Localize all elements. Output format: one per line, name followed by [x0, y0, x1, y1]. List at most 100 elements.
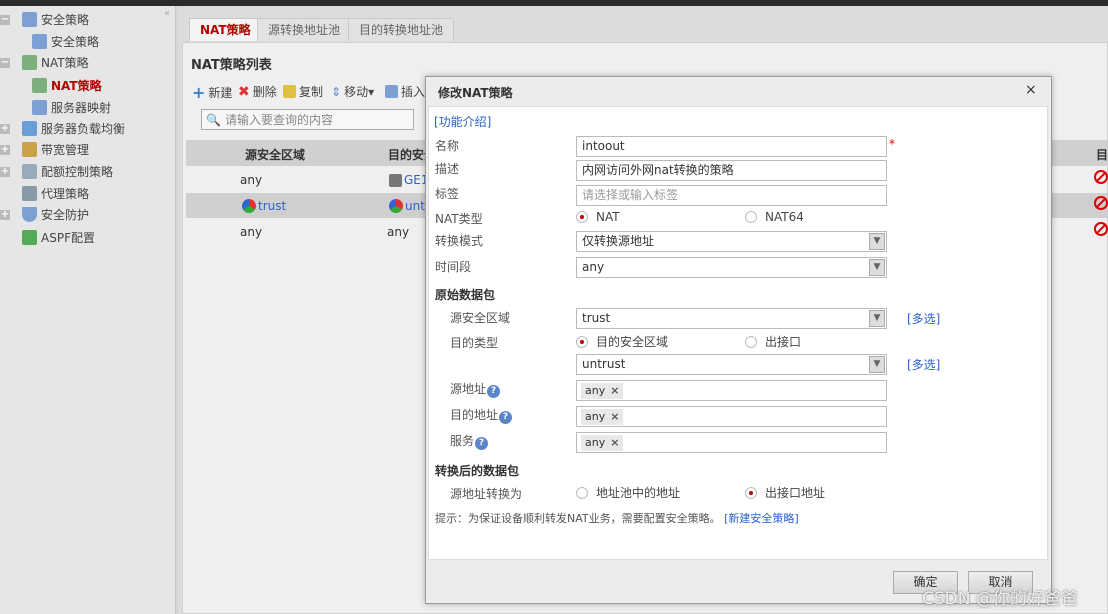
destination-type-label: 目的类型 [450, 336, 499, 350]
help-icon[interactable]: ? [475, 437, 489, 450]
panel-title: NAT策略列表 [191, 58, 272, 73]
watermark: CSDN @你的好爸爸 [922, 589, 1078, 609]
chevron-down-icon[interactable]: ▼ [869, 259, 885, 276]
destination-zone-cell: GE1 [389, 173, 429, 187]
delete-button[interactable]: ✖ 删除 [238, 83, 277, 100]
source-zone-value: trust [258, 199, 287, 213]
help-icon[interactable]: ? [487, 385, 501, 398]
feature-intro-link[interactable]: [功能介绍] [434, 113, 491, 130]
sidebar-item-aspf[interactable]: ASPF配置 [22, 229, 95, 246]
nat-type-label: NAT类型 [435, 212, 483, 226]
remove-tag-icon[interactable]: × [610, 436, 619, 449]
mode-select[interactable]: 仅转换源地址 ▼ [576, 231, 887, 252]
proxy-icon [22, 186, 37, 201]
time-range-select[interactable]: any ▼ [576, 257, 887, 278]
sidebar-item-bandwidth[interactable]: + 带宽管理 [0, 141, 89, 158]
radio-checked-icon [576, 335, 588, 348]
sidebar-item-label: 服务器映射 [51, 101, 112, 115]
destination-type-radio-interface[interactable]: 出接口 [745, 333, 801, 350]
sidebar-item-label: 代理策略 [41, 187, 90, 201]
sidebar-item-server-mapping[interactable]: 服务器映射 [32, 99, 111, 116]
aspf-icon [22, 230, 37, 245]
tab-nat-policy[interactable]: NAT策略 [189, 18, 262, 41]
sidebar-item-nat-policy-group[interactable]: − NAT策略 [0, 54, 89, 71]
radio-unchecked-icon [745, 335, 757, 348]
sidebar-item-label: 带宽管理 [41, 143, 90, 157]
load-balance-icon [22, 121, 37, 136]
radio-unchecked-icon [745, 211, 757, 223]
copy-button[interactable]: 复制 [283, 83, 323, 100]
new-label: 新建 [208, 86, 233, 100]
expand-icon[interactable]: + [0, 123, 10, 134]
sidebar-item-load-balance[interactable]: + 服务器负载均衡 [0, 120, 125, 137]
sidebar-item-protection[interactable]: + 安全防护 [0, 206, 89, 223]
new-button[interactable]: + 新建 [192, 83, 232, 102]
label-text: 源地址 [450, 382, 487, 396]
description-input[interactable]: 内网访问外网nat转换的策略 [576, 160, 887, 181]
expand-icon[interactable]: + [0, 209, 10, 220]
source-zone-label: 源安全区域 [450, 311, 511, 325]
collapse-icon[interactable]: − [0, 14, 10, 25]
insert-button[interactable]: 插入 [385, 83, 425, 100]
radio-label: 目的安全区域 [596, 335, 669, 349]
name-input[interactable]: intoout [576, 136, 887, 157]
expand-icon[interactable]: + [0, 166, 10, 177]
address-tag: any × [581, 383, 624, 399]
source-zone-multi-select-link[interactable]: [多选] [907, 310, 940, 327]
sidebar-item-label: 服务器负载均衡 [41, 122, 126, 136]
nat-policy-icon [32, 78, 47, 93]
destination-address-input[interactable]: any × [576, 406, 887, 427]
tab-destination-pool[interactable]: 目的转换地址池 [348, 18, 455, 41]
nat-policy-icon [22, 55, 37, 70]
source-translation-radio-interface[interactable]: 出接口地址 [745, 484, 825, 501]
sidebar-item-label: 安全防护 [41, 208, 90, 222]
nat-type-radio-nat[interactable]: NAT [576, 210, 620, 224]
description-label: 描述 [435, 162, 460, 176]
new-security-policy-link[interactable]: [新建安全策略] [724, 512, 799, 525]
sidebar-item-proxy[interactable]: 代理策略 [22, 185, 89, 202]
zone-icon [242, 199, 256, 213]
chevron-down-icon[interactable]: ▼ [869, 310, 885, 327]
column-header-more[interactable]: 目 [1096, 146, 1108, 163]
remove-tag-icon[interactable]: × [610, 384, 619, 397]
service-input[interactable]: any × [576, 432, 887, 453]
interface-icon [389, 173, 402, 187]
remove-tag-icon[interactable]: × [610, 410, 619, 423]
sidebar-item-security-policy[interactable]: 安全策略 [32, 33, 99, 50]
chevron-down-icon[interactable]: ▼ [869, 233, 885, 250]
bandwidth-icon [22, 142, 37, 157]
source-zone-select[interactable]: trust ▼ [576, 308, 887, 329]
chevron-down-icon[interactable]: ▼ [869, 356, 885, 373]
collapse-icon[interactable]: − [0, 57, 10, 68]
server-mapping-icon [32, 100, 47, 115]
service-label: 服务? [450, 432, 489, 450]
help-icon[interactable]: ? [499, 411, 513, 424]
column-header-source-zone[interactable]: 源安全区域 [245, 146, 305, 163]
collapse-sidebar-button[interactable]: « [164, 8, 170, 19]
destination-zone-select[interactable]: untrust ▼ [576, 354, 887, 375]
destination-type-radio-zone[interactable]: 目的安全区域 [576, 333, 668, 350]
tag-input[interactable]: 请选择或输入标签 [576, 185, 887, 206]
sidebar-item-nat-policy[interactable]: NAT策略 [32, 77, 102, 94]
sidebar-item-label: NAT策略 [51, 79, 102, 93]
hint-message: 提示：为保证设备顺利转发NAT业务，需要配置安全策略。 [435, 512, 721, 525]
sidebar-item-security-policy-group[interactable]: − 安全策略 [0, 11, 89, 28]
close-icon[interactable]: × [1025, 82, 1037, 98]
label-text: 目的地址 [450, 408, 499, 422]
destination-zone-multi-select-link[interactable]: [多选] [907, 356, 940, 373]
delete-icon: ✖ [238, 83, 250, 100]
nat-type-radio-nat64[interactable]: NAT64 [745, 210, 804, 224]
sidebar-item-quota[interactable]: + 配额控制策略 [0, 163, 113, 180]
label-text: 服务 [450, 434, 475, 448]
disabled-icon [1094, 222, 1108, 236]
source-address-input[interactable]: any × [576, 380, 887, 401]
plus-icon: + [192, 83, 206, 102]
source-translation-radio-pool[interactable]: 地址池中的地址 [576, 484, 680, 501]
move-button[interactable]: ⇕ 移动▾ [331, 83, 374, 100]
hint-text: 提示：为保证设备顺利转发NAT业务，需要配置安全策略。 [新建安全策略] [435, 510, 799, 526]
translated-packet-section: 转换后的数据包 [435, 464, 520, 478]
search-placeholder: 请输入要查询的内容 [224, 113, 333, 127]
expand-icon[interactable]: + [0, 144, 10, 155]
tab-source-pool[interactable]: 源转换地址池 [257, 18, 352, 41]
search-input[interactable]: 🔍 请输入要查询的内容 [201, 109, 414, 130]
